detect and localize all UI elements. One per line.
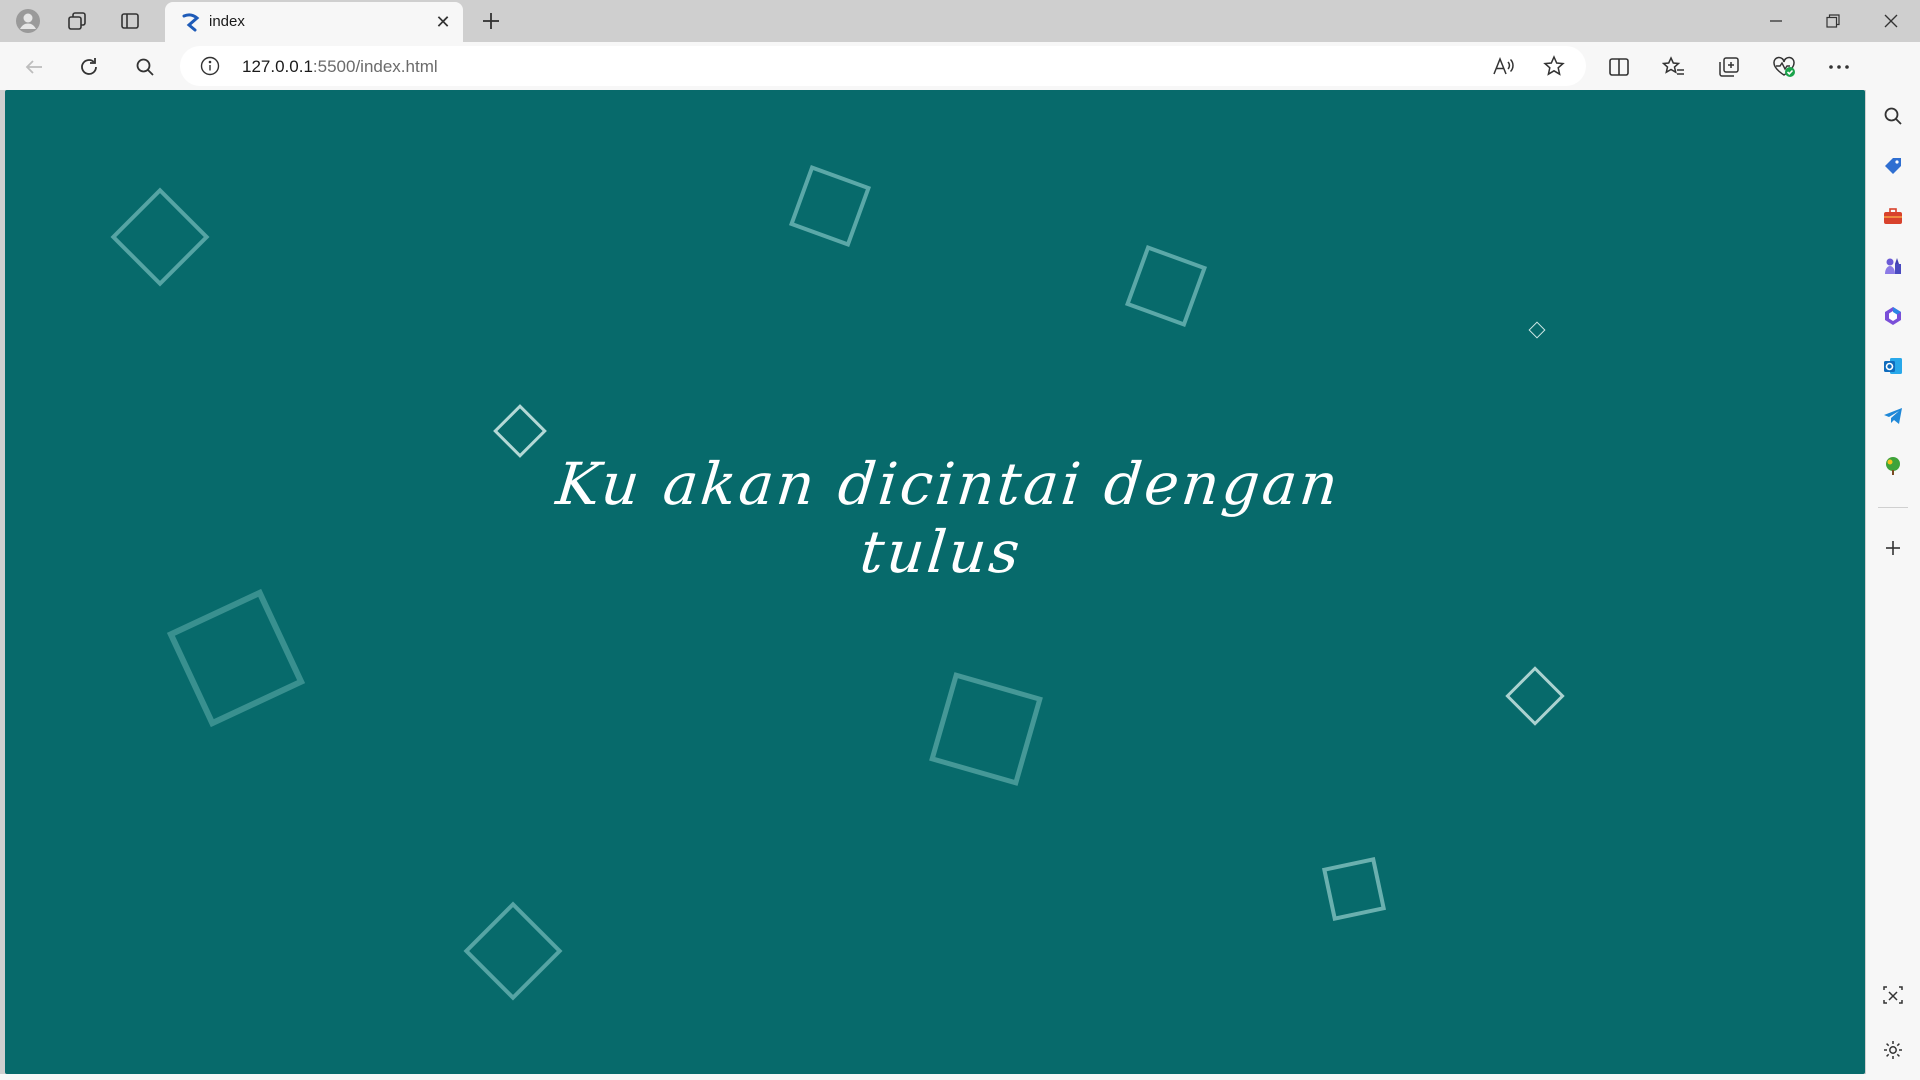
favorites-button[interactable] xyxy=(1656,50,1692,84)
sidebar-settings-button[interactable] xyxy=(1875,1032,1911,1068)
search-icon xyxy=(1884,107,1902,125)
workspaces-icon[interactable] xyxy=(57,7,97,35)
browser-sidebar xyxy=(1866,42,1920,1080)
sidebar-separator xyxy=(1878,507,1908,508)
favorite-button[interactable] xyxy=(1537,50,1571,82)
sidebar-shopping-button[interactable] xyxy=(1875,148,1911,184)
favorites-icon xyxy=(1662,56,1684,75)
address-bar[interactable]: 127.0.0.1:5500/index.html xyxy=(180,46,1586,86)
collections-icon xyxy=(1719,57,1739,77)
microsoft365-icon xyxy=(1885,307,1901,325)
plus-icon xyxy=(483,13,499,29)
decorative-square xyxy=(166,588,306,728)
sidebar-add-button[interactable] xyxy=(1875,530,1911,566)
sidebar-telegram-button[interactable] xyxy=(1875,398,1911,434)
address-path: :5500/index.html xyxy=(312,57,438,76)
sidebar-drop-button[interactable] xyxy=(1875,448,1911,484)
back-button[interactable] xyxy=(17,50,51,84)
decorative-square xyxy=(463,901,563,1001)
decorative-square xyxy=(1124,244,1208,328)
more-icon xyxy=(1829,65,1849,69)
decorative-square xyxy=(110,187,210,287)
tab-index[interactable]: index ✕ xyxy=(165,2,463,42)
profile-icon[interactable] xyxy=(8,7,48,35)
navigation-toolbar: 127.0.0.1:5500/index.html xyxy=(0,42,1920,90)
decorative-square xyxy=(1505,666,1565,726)
drop-icon xyxy=(1886,457,1900,475)
address-url[interactable]: 127.0.0.1:5500/index.html xyxy=(242,57,438,77)
close-window-button[interactable] xyxy=(1866,4,1916,38)
tab-actions-icon[interactable] xyxy=(110,7,150,35)
heart-pulse-icon xyxy=(1773,56,1795,77)
star-icon xyxy=(1543,55,1565,76)
close-icon xyxy=(1884,14,1898,28)
sidebar-tools-button[interactable] xyxy=(1875,198,1911,234)
split-screen-button[interactable] xyxy=(1601,50,1637,84)
read-aloud-icon xyxy=(1493,56,1514,75)
read-aloud-button[interactable] xyxy=(1486,50,1520,82)
address-host: 127.0.0.1 xyxy=(242,57,313,76)
collections-button[interactable] xyxy=(1711,50,1747,84)
sidebar-screenshot-button[interactable] xyxy=(1875,977,1911,1013)
games-icon xyxy=(1885,258,1901,274)
back-arrow-icon xyxy=(25,60,42,74)
favicon-icon xyxy=(182,13,200,32)
close-icon[interactable]: ✕ xyxy=(431,10,455,34)
decorative-square xyxy=(1528,321,1546,339)
decorative-square xyxy=(1321,856,1387,922)
shopping-tag-icon xyxy=(1885,158,1901,174)
window-bottom-edge xyxy=(0,1074,1866,1080)
telegram-icon xyxy=(1884,408,1902,424)
split-screen-icon xyxy=(1609,58,1629,76)
browser-essentials-button[interactable] xyxy=(1766,50,1802,84)
sidebar-outlook-button[interactable] xyxy=(1875,348,1911,384)
outlook-icon xyxy=(1884,358,1902,374)
info-icon[interactable] xyxy=(200,56,220,76)
new-tab-button[interactable] xyxy=(474,7,508,35)
refresh-icon xyxy=(81,58,97,75)
tab-bar: index ✕ xyxy=(0,0,1920,42)
sidebar-m365-button[interactable] xyxy=(1875,298,1911,334)
page-headline: Ku akan dicintai dengan tulus xyxy=(553,450,1345,586)
sidebar-games-button[interactable] xyxy=(1875,248,1911,284)
restore-icon xyxy=(1826,14,1840,28)
search-icon xyxy=(136,58,154,76)
tools-icon xyxy=(1884,208,1902,224)
decorative-square xyxy=(929,672,1043,786)
refresh-button[interactable] xyxy=(72,50,106,84)
settings-icon xyxy=(1884,1041,1902,1059)
decorative-square xyxy=(788,164,872,248)
more-button[interactable] xyxy=(1821,50,1857,84)
minimize-icon xyxy=(1770,20,1782,22)
restore-button[interactable] xyxy=(1808,4,1858,38)
search-button[interactable] xyxy=(128,50,162,84)
page-content: Ku akan dicintai dengan tulus xyxy=(5,90,1865,1074)
add-icon xyxy=(1886,541,1900,555)
tab-title: index xyxy=(209,13,245,30)
sidebar-search-button[interactable] xyxy=(1875,98,1911,134)
screenshot-icon xyxy=(1883,986,1903,1004)
minimize-button[interactable] xyxy=(1751,4,1801,38)
